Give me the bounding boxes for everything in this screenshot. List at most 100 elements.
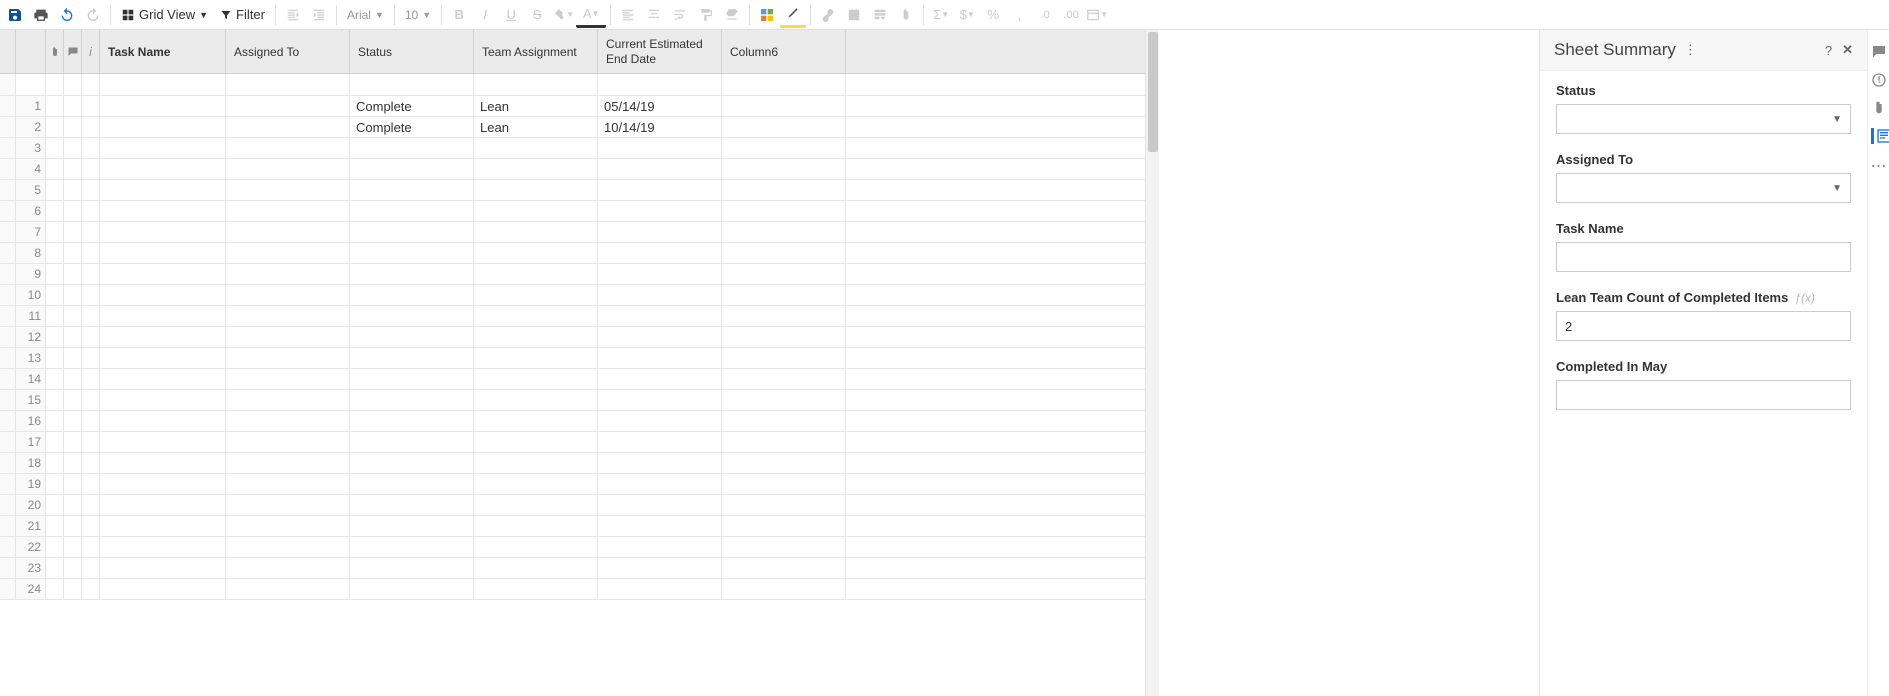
row-number[interactable]: 3 xyxy=(16,138,46,158)
row-comment[interactable] xyxy=(64,264,82,284)
row-attachment[interactable] xyxy=(46,285,64,305)
table-row[interactable]: 12 xyxy=(0,327,1145,348)
row-attachment[interactable] xyxy=(46,327,64,347)
cell-assigned-to[interactable] xyxy=(226,453,350,473)
row-proof[interactable] xyxy=(82,201,100,221)
cell-end-date[interactable] xyxy=(598,474,722,494)
cell-column6[interactable] xyxy=(722,579,846,599)
cell-column6[interactable] xyxy=(722,495,846,515)
row-attachment[interactable] xyxy=(46,222,64,242)
cell-end-date[interactable] xyxy=(598,537,722,557)
cell-team-assignment[interactable] xyxy=(474,390,598,410)
cell-task-name[interactable] xyxy=(100,306,226,326)
row-attachment[interactable] xyxy=(46,390,64,410)
font-color-button[interactable]: A▼ xyxy=(576,2,606,28)
cell-task-name[interactable] xyxy=(100,579,226,599)
row-attachment[interactable] xyxy=(46,516,64,536)
cell-task-name[interactable] xyxy=(100,327,226,347)
cell-status[interactable] xyxy=(350,495,474,515)
rail-summary-icon[interactable] xyxy=(1871,128,1887,144)
cell-task-name[interactable] xyxy=(100,453,226,473)
row-proof[interactable] xyxy=(82,411,100,431)
row-number[interactable]: 16 xyxy=(16,411,46,431)
table-row[interactable]: 4 xyxy=(0,159,1145,180)
cell-team-assignment[interactable] xyxy=(474,411,598,431)
row-comment[interactable] xyxy=(64,96,82,116)
cell-end-date[interactable] xyxy=(598,495,722,515)
cell-team-assignment[interactable] xyxy=(474,285,598,305)
cell-end-date[interactable] xyxy=(598,558,722,578)
row-proof[interactable] xyxy=(82,138,100,158)
cell-status[interactable] xyxy=(350,222,474,242)
row-expand[interactable] xyxy=(0,201,16,221)
table-row[interactable]: 16 xyxy=(0,411,1145,432)
grid-view-dropdown[interactable]: Grid View ▼ xyxy=(115,2,214,28)
cell-column6[interactable] xyxy=(722,474,846,494)
cell-team-assignment[interactable]: Lean xyxy=(474,117,598,137)
row-expand[interactable] xyxy=(0,327,16,347)
close-icon[interactable]: ✕ xyxy=(1842,42,1853,58)
row-proof[interactable] xyxy=(82,495,100,515)
insert-row-button[interactable] xyxy=(867,2,893,28)
cell-task-name[interactable] xyxy=(100,201,226,221)
row-proof[interactable] xyxy=(82,222,100,242)
row-number[interactable]: 9 xyxy=(16,264,46,284)
cell-team-assignment[interactable] xyxy=(474,453,598,473)
row-expand[interactable] xyxy=(0,264,16,284)
cell-assigned-to[interactable] xyxy=(226,306,350,326)
row-proof[interactable] xyxy=(82,327,100,347)
cell-status[interactable] xyxy=(350,537,474,557)
cell-status[interactable] xyxy=(350,327,474,347)
cell-column6[interactable] xyxy=(722,411,846,431)
row-proof[interactable] xyxy=(82,117,100,137)
row-number[interactable]: 18 xyxy=(16,453,46,473)
row-number[interactable]: 20 xyxy=(16,495,46,515)
table-row[interactable]: 3 xyxy=(0,138,1145,159)
row-expand[interactable] xyxy=(0,243,16,263)
cell-task-name[interactable] xyxy=(100,516,226,536)
table-row[interactable]: 23 xyxy=(0,558,1145,579)
cell-team-assignment[interactable] xyxy=(474,474,598,494)
cell-end-date[interactable]: 05/14/19 xyxy=(598,96,722,116)
increase-decimal-button[interactable]: .00 xyxy=(1058,2,1084,28)
help-icon[interactable]: ? xyxy=(1825,43,1832,58)
table-row[interactable]: 19 xyxy=(0,474,1145,495)
row-proof[interactable] xyxy=(82,180,100,200)
cell-team-assignment[interactable] xyxy=(474,516,598,536)
cell-assigned-to[interactable] xyxy=(226,138,350,158)
row-comment[interactable] xyxy=(64,306,82,326)
cell-task-name[interactable] xyxy=(100,243,226,263)
row-proof[interactable] xyxy=(82,453,100,473)
row-attachment[interactable] xyxy=(46,201,64,221)
row-proof[interactable] xyxy=(82,390,100,410)
cell-column6[interactable] xyxy=(722,558,846,578)
row-proof[interactable] xyxy=(82,432,100,452)
row-proof[interactable] xyxy=(82,516,100,536)
row-comment[interactable] xyxy=(64,432,82,452)
cell-assigned-to[interactable] xyxy=(226,264,350,284)
column-header-column6[interactable]: Column6 xyxy=(722,30,846,73)
cell-column6[interactable] xyxy=(722,432,846,452)
cell-assigned-to[interactable] xyxy=(226,117,350,137)
cell-task-name[interactable] xyxy=(100,369,226,389)
cell-column6[interactable] xyxy=(722,537,846,557)
row-comment[interactable] xyxy=(64,558,82,578)
row-comment[interactable] xyxy=(64,348,82,368)
cell-assigned-to[interactable] xyxy=(226,159,350,179)
row-comment[interactable] xyxy=(64,537,82,557)
currency-button[interactable]: $▼ xyxy=(954,2,980,28)
thousands-button[interactable]: , xyxy=(1006,2,1032,28)
cell-task-name[interactable] xyxy=(100,222,226,242)
cell-team-assignment[interactable] xyxy=(474,201,598,221)
font-size-dropdown[interactable]: 10▼ xyxy=(399,2,437,28)
row-comment[interactable] xyxy=(64,474,82,494)
cell-team-assignment[interactable] xyxy=(474,222,598,242)
cell-end-date[interactable] xyxy=(598,369,722,389)
sum-button[interactable]: Σ▼ xyxy=(928,2,954,28)
cell-status[interactable] xyxy=(350,285,474,305)
table-row[interactable]: 20 xyxy=(0,495,1145,516)
row-attachment[interactable] xyxy=(46,180,64,200)
table-row[interactable]: 10 xyxy=(0,285,1145,306)
cell-end-date[interactable] xyxy=(598,579,722,599)
cell-team-assignment[interactable] xyxy=(474,432,598,452)
